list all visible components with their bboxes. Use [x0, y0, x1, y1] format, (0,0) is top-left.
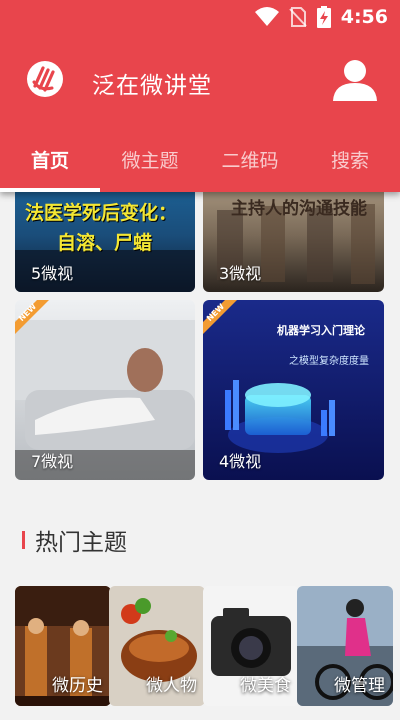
- app-bar: 4:56 泛在微讲堂 首页 微主题 二维码 搜索: [0, 0, 400, 192]
- view-count: 7微视: [31, 452, 74, 471]
- wifi-icon: [254, 7, 279, 26]
- topic-people[interactable]: 微人物: [109, 586, 205, 706]
- tab-home[interactable]: 首页: [0, 140, 100, 192]
- tab-bar: 首页 微主题 二维码 搜索: [0, 140, 400, 192]
- status-bar: 4:56: [0, 0, 400, 36]
- topic-label: 微美食: [240, 676, 291, 696]
- view-count: 5微视: [31, 264, 74, 283]
- topic-history[interactable]: 微历史: [15, 586, 111, 706]
- title-bar: 泛在微讲堂: [0, 46, 400, 116]
- app-title: 泛在微讲堂: [92, 73, 212, 99]
- section-accent-bar: [22, 531, 25, 549]
- user-profile-icon[interactable]: [332, 56, 378, 102]
- battery-charging-icon: [316, 6, 331, 28]
- status-icons: 4:56: [254, 6, 388, 28]
- card-title-line2: 之模型复杂度度量: [289, 356, 369, 367]
- topic-management[interactable]: 微管理: [297, 586, 393, 706]
- view-count: 4微视: [219, 452, 262, 471]
- topic-food[interactable]: 微美食: [203, 586, 299, 706]
- tab-micro-topics[interactable]: 微主题: [100, 140, 200, 192]
- no-sim-icon: [289, 7, 307, 27]
- video-card-machine-learning[interactable]: NEW 机器学习入门理论 之模型复杂度度量 4微视: [203, 300, 384, 480]
- app-logo-icon[interactable]: [26, 60, 64, 98]
- card-title-line1: 法医学死后变化：: [25, 202, 178, 224]
- hot-topics-carousel[interactable]: 微历史 微人物 微美食 微管理: [15, 586, 400, 706]
- card-title-line2: 自溶、尸蜡: [57, 232, 153, 254]
- card-title: 主持人的沟通技能: [231, 199, 367, 219]
- section-title-text: 热门主题: [35, 530, 127, 556]
- tab-search[interactable]: 搜索: [300, 140, 400, 192]
- card-title-line1: 机器学习入门理论: [277, 324, 365, 337]
- video-card-relaxation[interactable]: NEW 7微视: [15, 300, 195, 480]
- topic-label: 微管理: [334, 676, 385, 696]
- topic-label: 微人物: [146, 676, 197, 696]
- view-count: 3微视: [219, 264, 262, 283]
- clock: 4:56: [340, 6, 388, 28]
- section-hot-topics: 热门主题: [22, 523, 127, 557]
- topic-label: 微历史: [52, 676, 103, 696]
- tab-qr-code[interactable]: 二维码: [200, 140, 300, 192]
